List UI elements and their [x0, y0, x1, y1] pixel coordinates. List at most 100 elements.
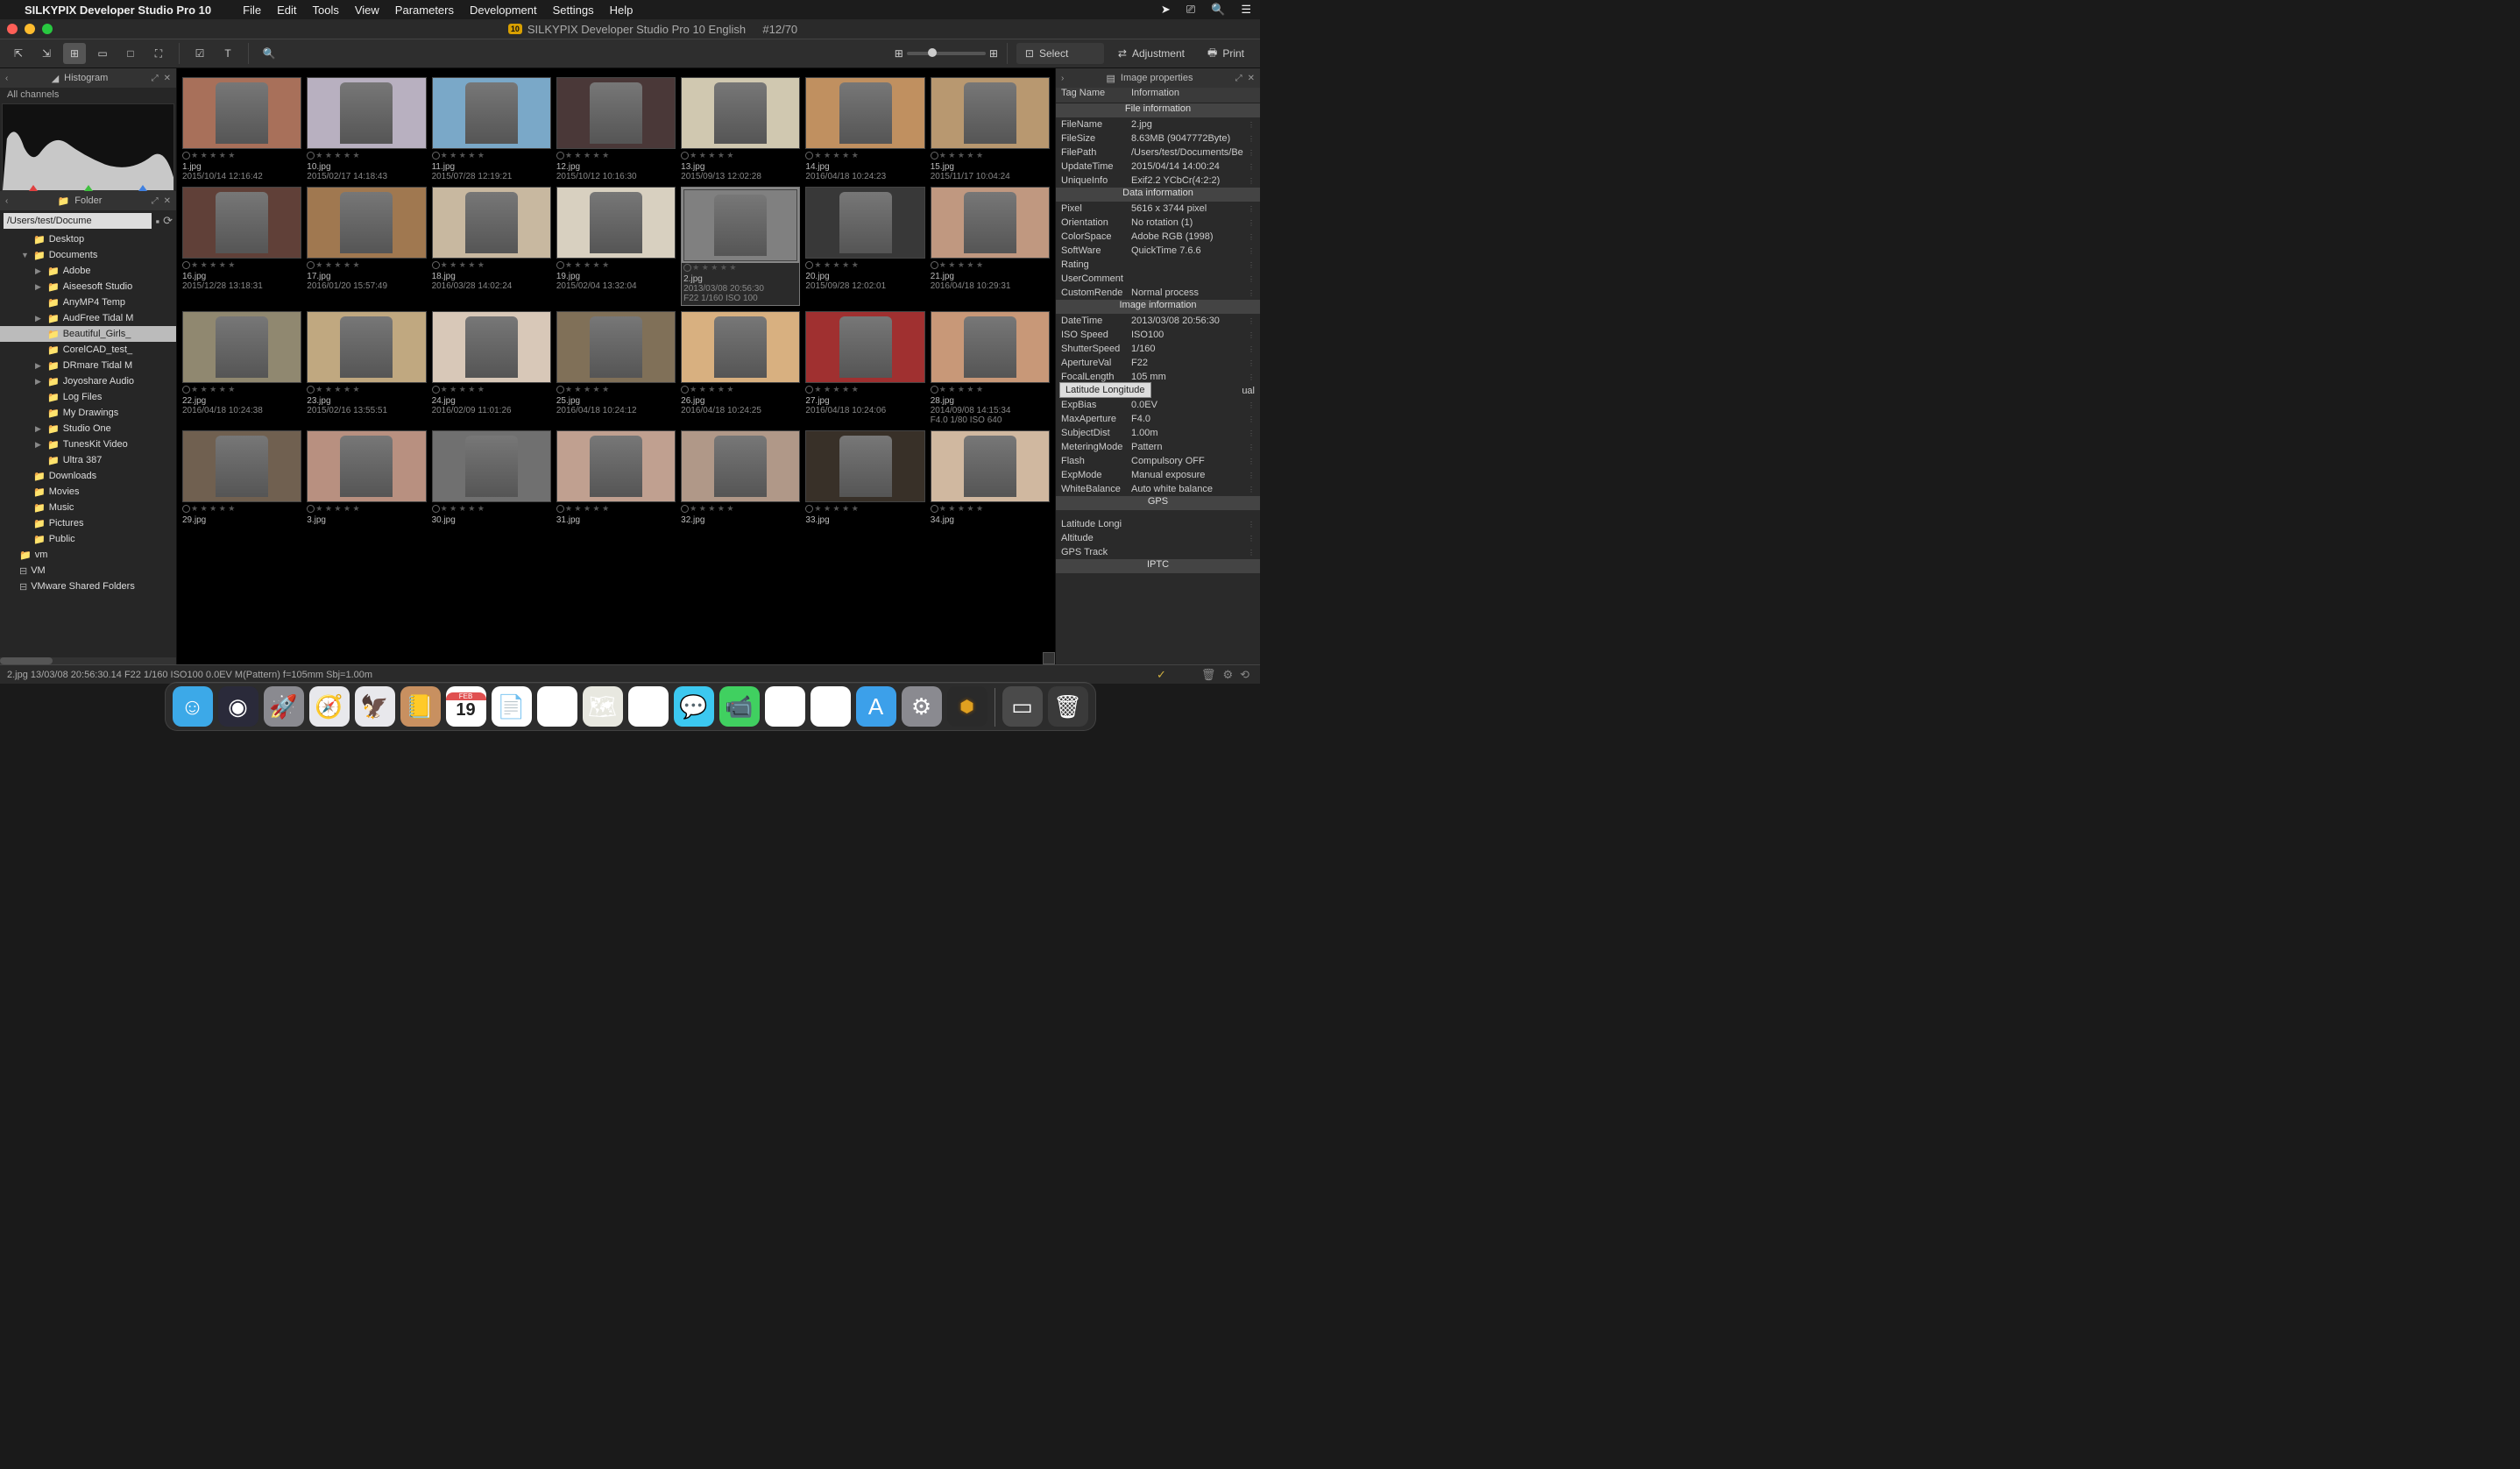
tree-item[interactable]: 📁My Drawings	[0, 405, 176, 421]
dock-download-icon[interactable]: ▭	[1002, 686, 1043, 727]
rating-row[interactable]: ★ ★ ★ ★ ★	[307, 502, 426, 515]
dock-preview-icon[interactable]: 🦅	[355, 686, 395, 727]
dock-contacts-icon[interactable]: 📒	[400, 686, 441, 727]
panel-collapse-icon[interactable]: ⤢	[152, 74, 159, 83]
magnify-icon[interactable]: 🔍	[258, 43, 280, 64]
tree-item[interactable]: ▼📁Documents	[0, 247, 176, 263]
filmstrip-view-icon[interactable]: ▭	[91, 43, 114, 64]
tree-item[interactable]: 📁CorelCAD_test_	[0, 342, 176, 358]
tree-item[interactable]: 📁Music	[0, 500, 176, 515]
tree-item[interactable]: 📁AnyMP4 Temp	[0, 295, 176, 310]
tree-item[interactable]: 📁Movies	[0, 484, 176, 500]
select-mode-button[interactable]: ⊡ Select	[1016, 43, 1104, 64]
thumbnail[interactable]: ★ ★ ★ ★ ★28.jpg2014/09/08 14:15:34F4.0 1…	[931, 311, 1050, 425]
rating-row[interactable]: ★ ★ ★ ★ ★	[805, 259, 924, 272]
zoom-large-icon[interactable]: ⊞	[989, 47, 998, 60]
tree-item[interactable]: ▶📁Aiseesoft Studio	[0, 279, 176, 295]
rating-row[interactable]: ★ ★ ★ ★ ★	[805, 149, 924, 162]
thumbnail[interactable]: ★ ★ ★ ★ ★17.jpg2016/01/20 15:57:49	[307, 187, 426, 306]
thumbnail[interactable]: ★ ★ ★ ★ ★10.jpg2015/02/17 14:18:43	[307, 77, 426, 181]
menu-settings[interactable]: Settings	[553, 4, 594, 17]
import-icon[interactable]: ⇲	[35, 43, 58, 64]
fullscreen-icon[interactable]: ⛶	[147, 43, 170, 64]
tree-item[interactable]: 📁Ultra 387	[0, 452, 176, 468]
panel-prev-icon[interactable]: ‹	[5, 196, 8, 206]
thumbnail[interactable]: ★ ★ ★ ★ ★26.jpg2016/04/18 10:24:25	[681, 311, 800, 425]
display-icon[interactable]: ⎚	[1186, 3, 1195, 17]
rating-row[interactable]: ★ ★ ★ ★ ★	[931, 383, 1050, 396]
search-icon[interactable]: 🔍	[1211, 3, 1225, 17]
rating-row[interactable]: ★ ★ ★ ★ ★	[432, 149, 551, 162]
dock-facetime-icon[interactable]: 📹	[719, 686, 760, 727]
thumbnail[interactable]: ★ ★ ★ ★ ★15.jpg2015/11/17 10:04:24	[931, 77, 1050, 181]
dock-music-icon[interactable]: ♫	[811, 686, 851, 727]
crop-icon[interactable]: ☑	[188, 43, 211, 64]
status-trash-icon[interactable]: 🗑	[1201, 668, 1216, 682]
thumbnail[interactable]: ★ ★ ★ ★ ★16.jpg2015/12/28 13:18:31	[182, 187, 301, 306]
rating-row[interactable]: ★ ★ ★ ★ ★	[681, 383, 800, 396]
export-icon[interactable]: ⇱	[7, 43, 30, 64]
rating-row[interactable]: ★ ★ ★ ★ ★	[307, 259, 426, 272]
single-view-icon[interactable]: □	[119, 43, 142, 64]
tree-item[interactable]: ▶📁Adobe	[0, 263, 176, 279]
panel-close-icon[interactable]: ✕	[164, 196, 171, 206]
channels-label[interactable]: All channels	[0, 88, 176, 103]
panel-next-icon[interactable]: ›	[1061, 74, 1064, 83]
tree-item[interactable]: ▶📁AudFree Tidal M	[0, 310, 176, 326]
text-tool-icon[interactable]: T	[216, 43, 239, 64]
rating-row[interactable]: ★ ★ ★ ★ ★	[556, 502, 676, 515]
thumbnail[interactable]: ★ ★ ★ ★ ★29.jpg	[182, 430, 301, 525]
dock-finder-icon[interactable]: ☺	[173, 686, 213, 727]
thumbnail[interactable]: ★ ★ ★ ★ ★22.jpg2016/04/18 10:24:38	[182, 311, 301, 425]
dock-news-icon[interactable]: N	[765, 686, 805, 727]
menu-view[interactable]: View	[355, 4, 379, 17]
menu-help[interactable]: Help	[610, 4, 634, 17]
panel-close-icon[interactable]: ✕	[164, 74, 171, 83]
rating-row[interactable]: ★ ★ ★ ★ ★	[805, 383, 924, 396]
dock-appstore-icon[interactable]: A	[856, 686, 896, 727]
tree-item[interactable]: 📁Public	[0, 531, 176, 547]
rating-row[interactable]: ★ ★ ★ ★ ★	[681, 502, 800, 515]
rating-row[interactable]: ★ ★ ★ ★ ★	[556, 259, 676, 272]
tree-item[interactable]: ▶📁Studio One	[0, 421, 176, 436]
thumbnail[interactable]: ★ ★ ★ ★ ★27.jpg2016/04/18 10:24:06	[805, 311, 924, 425]
rating-row[interactable]: ★ ★ ★ ★ ★	[307, 383, 426, 396]
thumbnail[interactable]: ★ ★ ★ ★ ★23.jpg2015/02/16 13:55:51	[307, 311, 426, 425]
tree-item[interactable]: 📁vm	[0, 547, 176, 563]
thumbnail[interactable]: ★ ★ ★ ★ ★18.jpg2016/03/28 14:02:24	[432, 187, 551, 306]
panel-collapse-icon[interactable]: ⤢	[1235, 74, 1242, 83]
open-folder-icon[interactable]: ▪	[155, 215, 159, 228]
rating-row[interactable]: ★ ★ ★ ★ ★	[805, 502, 924, 515]
adjustment-button[interactable]: ⇄ Adjustment	[1109, 43, 1193, 64]
panel-prev-icon[interactable]: ‹	[5, 74, 8, 83]
thumbnail[interactable]: ★ ★ ★ ★ ★1.jpg2015/10/14 12:16:42	[182, 77, 301, 181]
folder-path-input[interactable]	[4, 213, 152, 229]
thumbnail[interactable]: ★ ★ ★ ★ ★11.jpg2015/07/28 12:19:21	[432, 77, 551, 181]
thumbnail[interactable]: ★ ★ ★ ★ ★2.jpg2013/03/08 20:56:30F22 1/1…	[681, 187, 800, 306]
tree-item[interactable]: ⊟VMware Shared Folders	[0, 578, 176, 594]
status-check-icon[interactable]: ✓	[1157, 668, 1166, 682]
thumbnail[interactable]: ★ ★ ★ ★ ★32.jpg	[681, 430, 800, 525]
maximize-button[interactable]	[42, 24, 53, 34]
rating-row[interactable]: ★ ★ ★ ★ ★	[931, 502, 1050, 515]
rating-row[interactable]: ★ ★ ★ ★ ★	[307, 149, 426, 162]
menu-edit[interactable]: Edit	[277, 4, 296, 17]
rating-row[interactable]: ★ ★ ★ ★ ★	[556, 383, 676, 396]
thumbnail[interactable]: ★ ★ ★ ★ ★13.jpg2015/09/13 12:02:28	[681, 77, 800, 181]
tree-item[interactable]: ▶📁DRmare Tidal M	[0, 358, 176, 373]
thumbnail[interactable]: ★ ★ ★ ★ ★20.jpg2015/09/28 12:02:01	[805, 187, 924, 306]
status-settings-icon[interactable]: ⚙	[1222, 668, 1233, 682]
thumbnail[interactable]: ★ ★ ★ ★ ★14.jpg2016/04/18 10:24:23	[805, 77, 924, 181]
thumbnail[interactable]: ★ ★ ★ ★ ★34.jpg	[931, 430, 1050, 525]
menu-file[interactable]: File	[243, 4, 261, 17]
tree-item[interactable]: 📁Downloads	[0, 468, 176, 484]
scroll-corner-icon[interactable]	[1043, 652, 1055, 664]
grid-view-icon[interactable]: ⊞	[63, 43, 86, 64]
tree-item[interactable]: ▶📁Joyoshare Audio	[0, 373, 176, 389]
refresh-icon[interactable]: ⟳	[163, 214, 173, 228]
dock-reminders-icon[interactable]: ☰	[537, 686, 577, 727]
status-sync-icon[interactable]: ⟲	[1240, 668, 1249, 682]
zoom-small-icon[interactable]: ⊞	[895, 47, 903, 60]
thumbnail[interactable]: ★ ★ ★ ★ ★24.jpg2016/02/09 11:01:26	[432, 311, 551, 425]
minimize-button[interactable]	[25, 24, 35, 34]
